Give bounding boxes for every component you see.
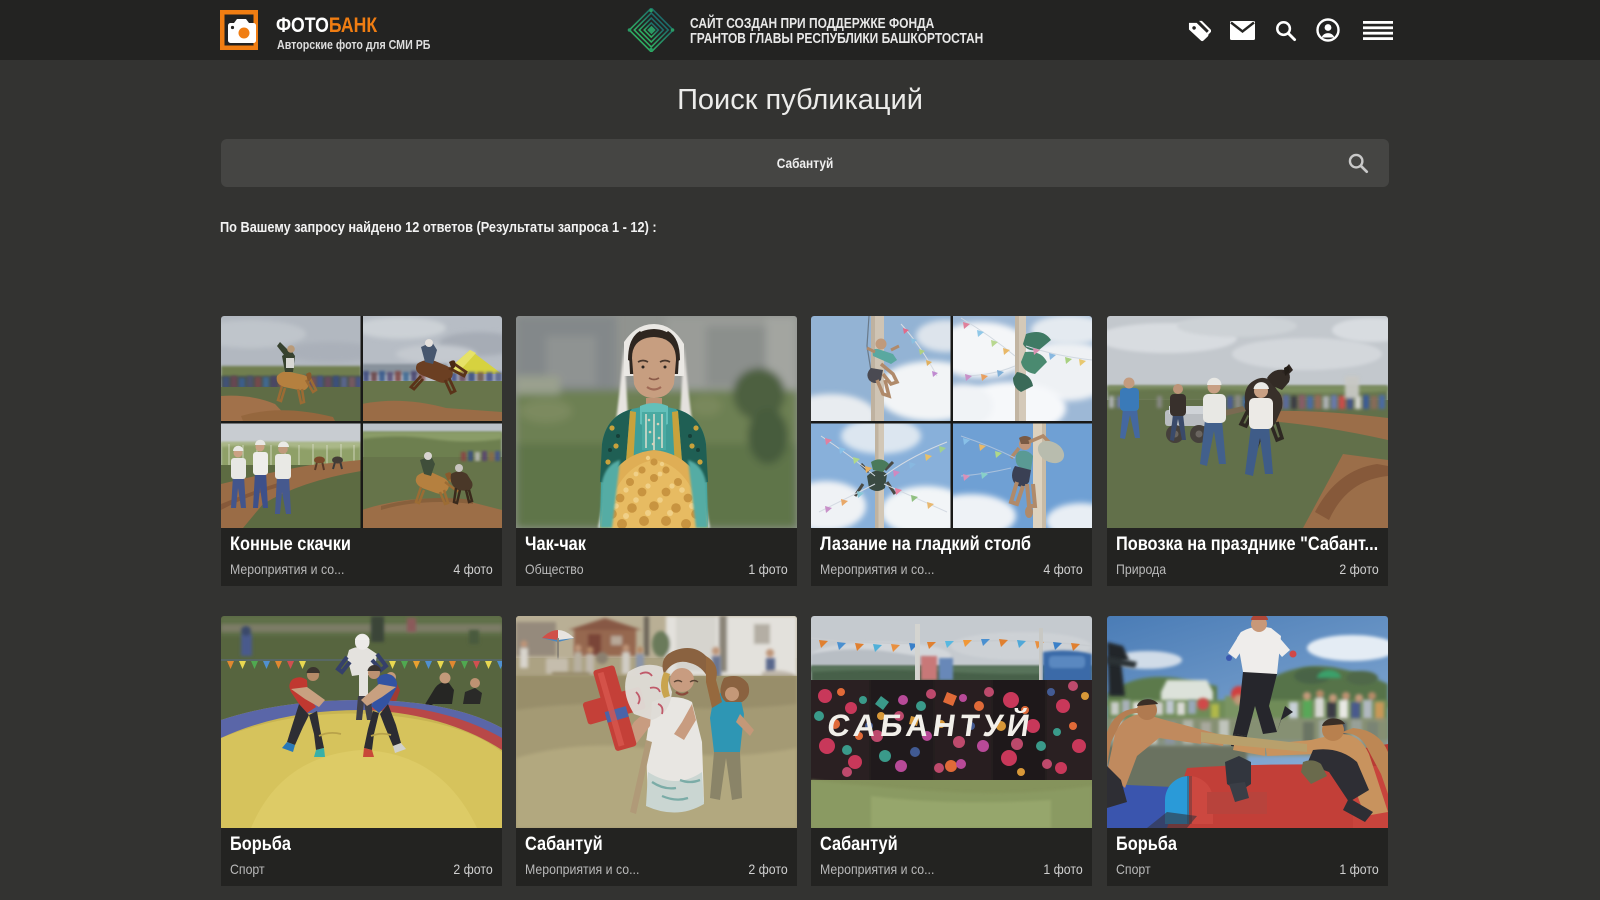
svg-text:САБАНТУЙ: САБАНТУЙ xyxy=(825,707,1036,743)
